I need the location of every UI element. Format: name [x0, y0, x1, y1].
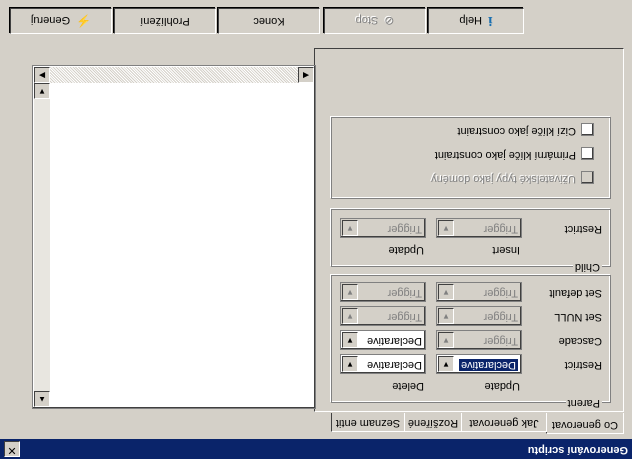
tab-rozsirene[interactable]: Rozšířené — [404, 413, 462, 432]
select-value: Declarative — [366, 359, 422, 371]
help-label: Help — [459, 14, 483, 26]
checkbox-box[interactable] — [581, 147, 594, 160]
settings-panel: Parent Update Delete Restrict Declarativ… — [314, 48, 624, 412]
child-insert-select: Trigger ▼ — [436, 218, 522, 238]
title-bar: Generování scriptu ✕ — [0, 439, 632, 459]
end-label: Konec — [253, 15, 285, 27]
lightning-icon: ⚡ — [76, 14, 92, 28]
parent-setdefault-update-select: Trigger ▼ — [436, 282, 522, 302]
dropdown-arrow-icon: ▼ — [438, 332, 454, 348]
tab-co-generovat[interactable]: Co generovat — [546, 413, 624, 434]
select-value: Declarative — [366, 335, 422, 347]
generate-button[interactable]: ⚡ Generuj — [10, 8, 112, 34]
stop-button: ⊘ Stop — [324, 8, 426, 34]
checkbox-label: Primární klíče jako constraint — [434, 149, 576, 161]
select-value: Declarative — [457, 358, 520, 372]
scroll-up-icon[interactable]: ▲ — [34, 391, 50, 407]
browse-button[interactable]: Prohlížení — [114, 8, 216, 34]
dropdown-arrow-icon: ▼ — [342, 332, 358, 348]
scroll-right-icon[interactable]: ▶ — [34, 67, 50, 83]
parent-setnull-update-select: Trigger ▼ — [436, 306, 522, 326]
generate-label: Generuj — [30, 14, 71, 26]
close-button[interactable]: ✕ — [4, 441, 20, 457]
select-value: Trigger — [483, 287, 518, 299]
window-title: Generování scriptu — [527, 444, 628, 456]
select-value: Trigger — [483, 335, 518, 347]
checkbox-label: Uživatelské typy jako domény — [431, 173, 576, 185]
info-icon: ℹ — [488, 14, 493, 28]
child-col-update: Update — [388, 244, 424, 256]
end-button[interactable]: Konec — [218, 8, 320, 34]
parent-cascade-delete-select[interactable]: Declarative ▼ — [340, 330, 426, 350]
dropdown-arrow-icon: ▼ — [438, 284, 454, 300]
select-value: Trigger — [483, 311, 518, 323]
browse-label: Prohlížení — [140, 15, 190, 27]
dropdown-arrow-icon: ▼ — [342, 220, 358, 236]
parent-group: Parent Update Delete Restrict Declarativ… — [331, 275, 611, 409]
parent-setdefault-delete-select: Trigger ▼ — [340, 282, 426, 302]
dropdown-arrow-icon: ▼ — [438, 308, 454, 324]
child-update-select: Trigger ▼ — [340, 218, 426, 238]
parent-row-label: Set NULL — [554, 311, 602, 323]
dropdown-arrow-icon: ▼ — [342, 356, 358, 372]
parent-col-update: Update — [484, 380, 520, 392]
tab-jak-generovat[interactable]: Jak generovat — [461, 413, 547, 432]
toolbar: ℹ Help ⊘ Stop Konec Prohlížení ⚡ Generuj — [0, 0, 632, 34]
horizontal-scrollbar[interactable]: ◀ ▶ — [34, 67, 314, 83]
scroll-left-icon[interactable]: ◀ — [298, 67, 314, 83]
dialog-window: Generování scriptu ✕ Co generovat Jak ge… — [0, 0, 632, 459]
child-group: Child Insert Update Restrict Trigger ▼ Tr… — [331, 209, 611, 273]
checkbox-box — [581, 171, 594, 184]
parent-row-label: Restrict — [564, 359, 602, 371]
child-row-label: Restrict — [564, 223, 602, 235]
select-value: Trigger — [483, 223, 518, 235]
help-button[interactable]: ℹ Help — [428, 8, 524, 34]
select-value: Trigger — [387, 287, 422, 299]
scroll-down-icon[interactable]: ▼ — [34, 83, 50, 99]
select-value: Trigger — [387, 223, 422, 235]
options-group: Uživatelské typy jako domény Primární kl… — [331, 117, 611, 199]
dropdown-arrow-icon: ▼ — [342, 308, 358, 324]
parent-cascade-update-select: Trigger ▼ — [436, 330, 522, 350]
dropdown-arrow-icon: ▼ — [342, 284, 358, 300]
child-group-title: Child — [572, 261, 602, 273]
select-value: Trigger — [387, 311, 422, 323]
stop-icon: ⊘ — [384, 14, 395, 28]
vertical-scrollbar[interactable]: ▲ ▼ — [34, 83, 50, 407]
parent-restrict-delete-select[interactable]: Declarative ▼ — [340, 354, 426, 374]
parent-restrict-update-select[interactable]: Declarative ▼ — [436, 354, 522, 374]
script-output-area[interactable]: ▲ ▼ ◀ ▶ — [32, 65, 316, 409]
child-col-insert: Insert — [492, 244, 520, 256]
checkbox-label: Cizí klíče jako constraint — [457, 125, 576, 137]
parent-col-delete: Delete — [392, 380, 424, 392]
dropdown-arrow-icon: ▼ — [438, 356, 454, 372]
stop-label: Stop — [355, 14, 379, 26]
parent-group-title: Parent — [565, 397, 602, 409]
checkbox-box[interactable] — [581, 123, 594, 136]
tab-seznam-entit[interactable]: Seznam entit — [331, 413, 405, 432]
dropdown-arrow-icon: ▼ — [438, 220, 454, 236]
parent-row-label: Cascade — [558, 335, 602, 347]
parent-row-label: Set default — [549, 287, 602, 299]
parent-setnull-delete-select: Trigger ▼ — [340, 306, 426, 326]
